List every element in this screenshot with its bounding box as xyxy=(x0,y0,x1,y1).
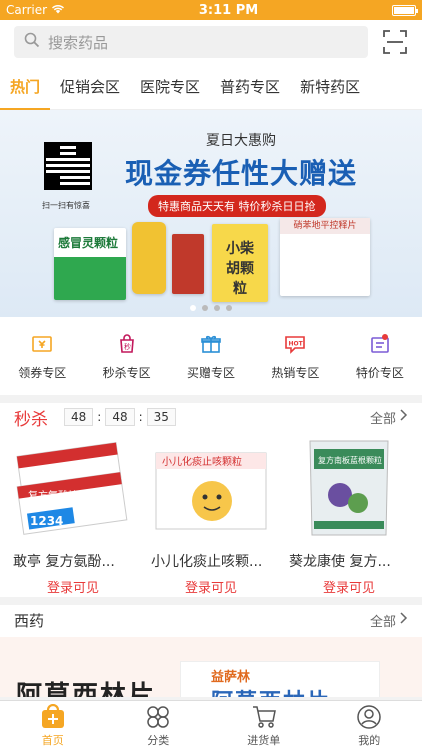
product-price: 登录可见 xyxy=(184,581,237,596)
chevron-right-icon xyxy=(400,409,408,425)
cart-icon xyxy=(251,704,277,730)
product-box-image xyxy=(172,234,204,294)
bottom-tab-bar: 首页 分类 进货单 我的 xyxy=(0,700,422,750)
seckill-products: 复方氨酚烷胺片 1234 敢亭 复方氨酚... 登录可见 小儿化痰止咳颗粒 小儿… xyxy=(0,431,422,596)
banner-subtitle: 夏日大惠购 xyxy=(206,133,276,149)
product-card[interactable]: 复方南板蓝根颗粒 葵龙康使 复方... 登录可见 xyxy=(280,431,418,596)
timer-hours: 48 xyxy=(64,408,94,426)
svg-text:复方氨酚烷胺片: 复方氨酚烷胺片 xyxy=(28,489,98,502)
chevron-right-icon xyxy=(400,612,408,628)
tab-hospital[interactable]: 医院专区 xyxy=(130,64,210,110)
svg-text:1234: 1234 xyxy=(30,514,63,528)
svg-text:秒: 秒 xyxy=(124,342,131,351)
product-price: 登录可见 xyxy=(46,581,99,596)
timer-seconds: 35 xyxy=(146,408,176,426)
western-medicine-section: 西药 全部 阿莫西林片 益萨林 阿莫西林片 xyxy=(0,605,422,697)
clock: 3:11 PM xyxy=(198,2,259,18)
quick-menu: 领券专区 秒 秒杀专区 买赠专区 HOT 热销专区 特价专区 xyxy=(0,317,422,395)
seckill-title: 秒杀 xyxy=(14,409,48,430)
western-more-link[interactable]: 全部 xyxy=(370,611,408,630)
seckill-section: 秒杀 48: 48: 35 全部 复方氨酚烷胺片 1234 敢亭 复方氨酚...… xyxy=(0,403,422,597)
banner-title: 现金券任性大赠送 xyxy=(124,157,357,190)
product-name: 敢亭 复方氨酚... xyxy=(13,554,115,570)
search-placeholder: 搜索药品 xyxy=(48,33,109,52)
product-name: 小儿化痰止咳颗... xyxy=(151,554,263,570)
quick-item-hot[interactable]: HOT 热销专区 xyxy=(253,317,337,395)
quick-item-special-price[interactable]: 特价专区 xyxy=(338,317,422,395)
tab-hot[interactable]: 热门 xyxy=(0,64,51,110)
tab-new-special[interactable]: 新特药区 xyxy=(290,64,370,110)
product-card[interactable]: 复方氨酚烷胺片 1234 敢亭 复方氨酚... 登录可见 xyxy=(4,431,142,596)
profile-icon xyxy=(356,704,382,730)
svg-text:复方南板蓝根颗粒: 复方南板蓝根颗粒 xyxy=(318,455,382,465)
timer-minutes: 48 xyxy=(105,408,135,426)
special-price-icon xyxy=(368,332,392,356)
svg-text:小儿化痰止咳颗粒: 小儿化痰止咳颗粒 xyxy=(162,455,242,468)
hot-icon: HOT xyxy=(283,332,307,356)
product-price: 登录可见 xyxy=(322,581,375,596)
gift-icon xyxy=(199,332,223,356)
banner-tag: 特惠商品天天有 特价秒杀日日抢 xyxy=(148,195,326,217)
western-header: 西药 全部 xyxy=(0,605,422,635)
product-box-image: 硝苯地平控释片 xyxy=(280,218,370,296)
ad-product-image: 益萨林 阿莫西林片 xyxy=(180,661,380,697)
svg-text:HOT: HOT xyxy=(289,340,304,347)
tab-cart[interactable]: 进货单 xyxy=(211,701,317,750)
product-image: 复方氨酚烷胺片 1234 xyxy=(14,435,132,543)
tab-profile[interactable]: 我的 xyxy=(317,701,422,750)
flash-sale-icon: 秒 xyxy=(115,332,139,356)
western-ad-banner[interactable]: 阿莫西林片 益萨林 阿莫西林片 xyxy=(0,637,422,697)
product-image: 复方南板蓝根颗粒 xyxy=(290,435,408,543)
seckill-more-link[interactable]: 全部 xyxy=(370,408,408,427)
search-bar: 搜索药品 xyxy=(0,20,422,64)
qr-caption: 扫一扫有惊喜 xyxy=(42,201,90,210)
carrier-label: Carrier xyxy=(6,3,48,17)
product-box-image: 小柴胡颗粒 xyxy=(212,224,268,302)
quick-item-coupon[interactable]: 领券专区 xyxy=(0,317,84,395)
status-bar: Carrier 3:11 PM xyxy=(0,0,422,20)
search-input[interactable]: 搜索药品 xyxy=(14,26,368,58)
seckill-header: 秒杀 48: 48: 35 全部 xyxy=(0,403,422,431)
home-icon xyxy=(40,703,66,730)
quick-item-flash-sale[interactable]: 秒 秒杀专区 xyxy=(84,317,168,395)
tab-category[interactable]: 分类 xyxy=(106,701,212,750)
scan-icon[interactable] xyxy=(382,29,408,55)
carousel-indicator xyxy=(190,305,232,311)
quick-item-gift[interactable]: 买赠专区 xyxy=(169,317,253,395)
product-card[interactable]: 小儿化痰止咳颗粒 小儿化痰止咳颗... 登录可见 xyxy=(142,431,280,596)
tab-home[interactable]: 首页 xyxy=(0,701,106,750)
wifi-icon xyxy=(51,3,65,17)
tab-general[interactable]: 普药专区 xyxy=(210,64,290,110)
product-bottle-image xyxy=(132,222,166,294)
ad-headline: 阿莫西林片 xyxy=(16,681,157,697)
coupon-icon xyxy=(30,332,54,356)
search-icon xyxy=(24,32,40,52)
promo-banner[interactable]: 扫一扫有惊喜 夏日大惠购 现金券任性大赠送 特惠商品天天有 特价秒杀日日抢 感冒… xyxy=(0,110,422,317)
product-box-image: 感冒灵颗粒 xyxy=(54,228,126,300)
tab-promotion[interactable]: 促销会区 xyxy=(50,64,130,110)
battery-icon xyxy=(392,4,418,16)
countdown-timer: 48: 48: 35 xyxy=(64,408,176,426)
product-name: 葵龙康使 复方... xyxy=(289,554,391,570)
western-title: 西药 xyxy=(14,611,45,630)
category-icon xyxy=(145,704,171,730)
product-image: 小儿化痰止咳颗粒 xyxy=(152,435,270,543)
category-tabs: 热门 促销会区 医院专区 普药专区 新特药区 xyxy=(0,64,422,110)
